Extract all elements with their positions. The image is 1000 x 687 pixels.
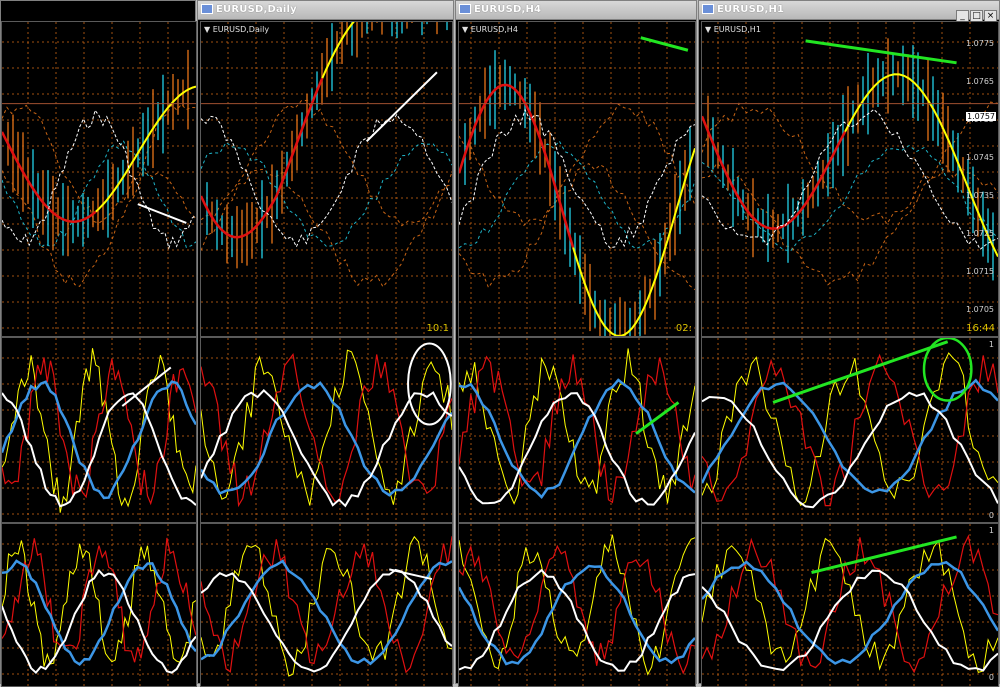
price-tick-label: 1.0775 bbox=[966, 39, 994, 48]
chart-canvas bbox=[201, 22, 452, 336]
chart-canvas bbox=[459, 22, 695, 336]
price-tick-label: 1.0725 bbox=[966, 229, 994, 238]
indicator-pane-2[interactable] bbox=[1, 523, 197, 687]
chart-window-daily[interactable]: EURUSD,Daily ▼ EURUSD,Daily 10:1 bbox=[197, 0, 454, 687]
window-titlebar[interactable]: EURUSD,H1 _ □ × bbox=[699, 1, 999, 22]
indicator-pane-1[interactable] bbox=[1, 337, 197, 523]
trend-line-red bbox=[459, 83, 575, 248]
chart-canvas bbox=[459, 338, 695, 522]
indicator-pane-1[interactable] bbox=[200, 337, 453, 523]
oscillator-red bbox=[459, 544, 695, 675]
scale-max: 1 bbox=[988, 526, 994, 535]
indicator-pane-2[interactable]: 1 0 bbox=[701, 523, 999, 687]
oscillator-yellow bbox=[201, 349, 452, 506]
current-price-label: 1.0757 bbox=[966, 112, 996, 121]
highlight-ellipse bbox=[407, 342, 452, 426]
oscillator-red bbox=[201, 536, 452, 674]
indicator-pane-2[interactable] bbox=[200, 523, 453, 687]
window-titlebar[interactable]: EURUSD,H4 bbox=[456, 1, 696, 20]
price-tick-label: 1.0735 bbox=[966, 191, 994, 200]
oscillator-red bbox=[201, 353, 452, 508]
symbol-timeframe-text: EURUSD,Daily bbox=[212, 25, 270, 34]
price-tick-label: 1.0745 bbox=[966, 153, 994, 162]
bollinger-lower bbox=[201, 168, 452, 288]
symbol-timeframe-text: EURUSD,H4 bbox=[470, 25, 518, 34]
chart-canvas bbox=[2, 338, 196, 522]
chart-window-h1[interactable]: EURUSD,H1 _ □ × ▼ EURUSD,H1 16:44 1.0775 1.… bbox=[698, 0, 1000, 687]
chart-canvas bbox=[2, 524, 196, 686]
price-chart-pane[interactable] bbox=[1, 21, 197, 337]
indicator-pane-1[interactable] bbox=[458, 337, 696, 523]
drawn-trendline bbox=[365, 71, 438, 143]
signal-line bbox=[2, 109, 196, 250]
dropdown-arrow-icon: ▼ bbox=[462, 25, 469, 34]
bar-timer: 10:1 bbox=[426, 323, 449, 334]
chart-canvas bbox=[702, 22, 998, 336]
symbol-label: ▼ EURUSD,H4 bbox=[462, 25, 518, 34]
indicator-pane-1[interactable]: 1 0 bbox=[701, 337, 999, 523]
oscillator-red bbox=[459, 354, 695, 504]
chart-window-icon bbox=[702, 4, 714, 14]
trend-line-yellow bbox=[572, 147, 695, 336]
symbol-label: ▼ EURUSD,H1 bbox=[705, 25, 761, 34]
bollinger-upper bbox=[2, 103, 196, 224]
chart-canvas bbox=[2, 22, 196, 336]
chart-window-icon bbox=[201, 4, 213, 14]
highlight-ellipse bbox=[922, 338, 973, 402]
chart-canvas bbox=[459, 524, 695, 686]
scale-max: 1 bbox=[988, 340, 994, 349]
signal-line bbox=[459, 108, 695, 249]
chart-window-partial[interactable] bbox=[0, 0, 197, 687]
price-chart-pane[interactable]: ▼ EURUSD,Daily 10:1 bbox=[200, 21, 453, 337]
window-title: EURUSD,H4 bbox=[474, 4, 542, 15]
moving-average bbox=[459, 140, 695, 250]
chart-window-icon bbox=[459, 4, 471, 14]
scale-min: 0 bbox=[988, 511, 994, 520]
oscillator-blue bbox=[2, 559, 196, 667]
chart-canvas bbox=[201, 524, 452, 686]
window-title: EURUSD,H1 bbox=[717, 4, 785, 15]
price-chart-pane[interactable]: ▼ EURUSD,H4 02: bbox=[458, 21, 696, 337]
chart-canvas bbox=[702, 338, 998, 522]
chart-canvas bbox=[702, 524, 998, 686]
bollinger-upper bbox=[201, 99, 452, 227]
price-chart-pane[interactable]: ▼ EURUSD,H1 16:44 1.07751.07651.07551.07… bbox=[701, 21, 999, 337]
oscillator-blue bbox=[201, 381, 452, 497]
oscillator-red bbox=[2, 357, 196, 506]
dropdown-arrow-icon: ▼ bbox=[204, 25, 211, 34]
moving-average bbox=[2, 139, 196, 249]
window-controls: _ □ × bbox=[955, 3, 997, 22]
scale-min: 0 bbox=[988, 673, 994, 682]
window-titlebar[interactable]: EURUSD,Daily bbox=[198, 1, 453, 20]
bar-timer: 16:44 bbox=[966, 323, 995, 334]
drawn-trendline bbox=[811, 535, 957, 575]
symbol-label: ▼ EURUSD,Daily bbox=[204, 25, 269, 34]
terminal-workspace: EURUSD,Daily ▼ EURUSD,Daily 10:1 EURUSD,… bbox=[0, 0, 1000, 687]
dropdown-arrow-icon: ▼ bbox=[705, 25, 712, 34]
window-title: EURUSD,Daily bbox=[216, 4, 297, 15]
price-tick-label: 1.0705 bbox=[966, 305, 994, 314]
trend-line-yellow bbox=[95, 85, 196, 213]
oscillator-white bbox=[2, 392, 196, 508]
price-tick-label: 1.0715 bbox=[966, 267, 994, 276]
drawn-trendline bbox=[640, 36, 689, 52]
bar-timer: 02: bbox=[675, 323, 692, 334]
indicator-pane-2[interactable] bbox=[458, 523, 696, 687]
symbol-timeframe-text: EURUSD,H1 bbox=[713, 25, 761, 34]
chart-canvas bbox=[201, 338, 452, 522]
drawn-trendline bbox=[137, 203, 187, 224]
price-tick-label: 1.0765 bbox=[966, 77, 994, 86]
drawn-trendline bbox=[805, 39, 957, 65]
chart-window-h4[interactable]: EURUSD,H4 ▼ EURUSD,H4 02: bbox=[455, 0, 697, 687]
